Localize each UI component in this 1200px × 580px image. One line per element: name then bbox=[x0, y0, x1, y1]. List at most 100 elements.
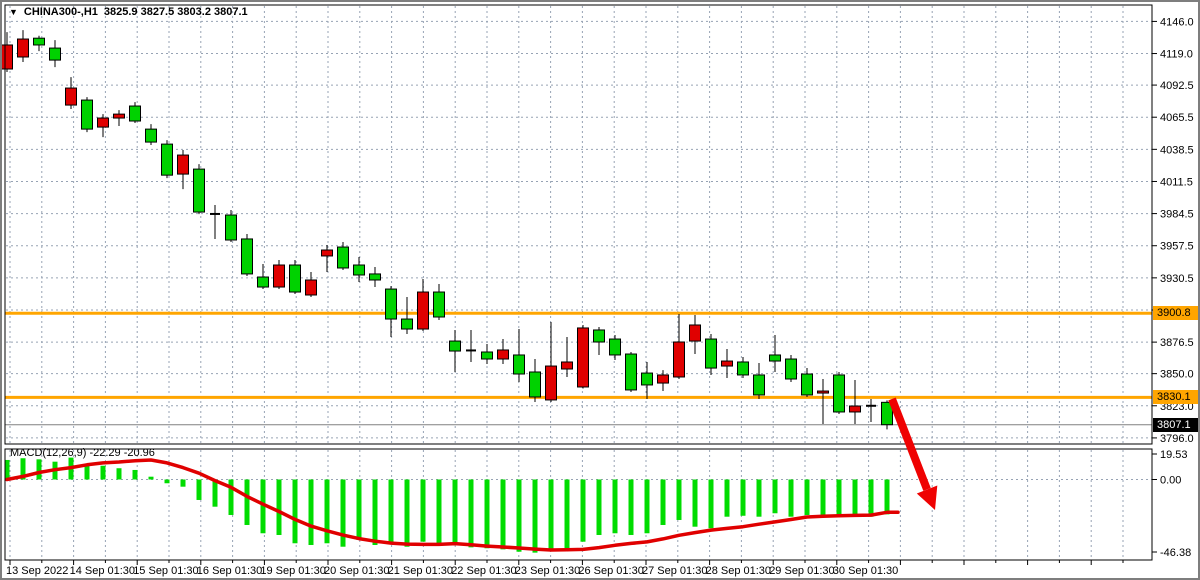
macd-histogram-bar bbox=[757, 480, 762, 517]
candle-body bbox=[594, 330, 605, 342]
time-tick-label: 20 Sep 01:30 bbox=[324, 565, 389, 577]
candle bbox=[818, 379, 829, 424]
candle bbox=[754, 363, 765, 399]
macd-histogram-bar bbox=[853, 480, 858, 515]
price-tick-label: 3850.0 bbox=[1160, 369, 1194, 381]
macd-histogram-bar bbox=[293, 480, 298, 544]
candle bbox=[498, 339, 509, 364]
candle bbox=[114, 110, 125, 126]
macd-tick-label: 19.53 bbox=[1160, 449, 1188, 461]
candle bbox=[850, 380, 861, 424]
candle-body bbox=[514, 355, 525, 374]
candle bbox=[178, 150, 189, 189]
candle bbox=[418, 279, 429, 331]
candle bbox=[50, 40, 61, 67]
candle bbox=[738, 357, 749, 378]
candle bbox=[578, 325, 589, 389]
macd-histogram-bar bbox=[405, 480, 410, 547]
time-tick-label: 22 Sep 01:30 bbox=[451, 565, 516, 577]
macd-histogram-bar bbox=[325, 480, 330, 544]
macd-histogram-bar bbox=[85, 465, 90, 480]
time-tick-label: 28 Sep 01:30 bbox=[706, 565, 771, 577]
symbol-dropdown-icon[interactable]: ▼ bbox=[9, 7, 18, 18]
macd-histogram-bar bbox=[133, 470, 138, 480]
candle-body bbox=[370, 274, 381, 280]
candle bbox=[642, 362, 653, 399]
price-tick-label: 4065.5 bbox=[1160, 112, 1194, 124]
candle bbox=[786, 355, 797, 382]
time-tick-label: 19 Sep 01:30 bbox=[260, 565, 325, 577]
candle-body bbox=[482, 352, 493, 359]
candle bbox=[306, 272, 317, 297]
candle bbox=[18, 30, 29, 62]
candle bbox=[530, 359, 541, 402]
candle-body bbox=[50, 48, 61, 60]
price-tick-label: 4119.0 bbox=[1160, 49, 1193, 61]
candle-body bbox=[66, 88, 77, 105]
macd-histogram-bar bbox=[517, 480, 522, 552]
candle-body bbox=[178, 155, 189, 174]
macd-indicator-label: MACD(12,26,9) -22.29 -20.96 bbox=[10, 447, 155, 459]
candle bbox=[66, 77, 77, 109]
macd-histogram-bar bbox=[213, 480, 218, 507]
macd-axis: 19.530.00-46.38 bbox=[1152, 449, 1191, 559]
down-trend-arrow[interactable] bbox=[892, 399, 937, 510]
candle bbox=[594, 327, 605, 355]
candle-body bbox=[770, 355, 781, 361]
candle bbox=[770, 335, 781, 372]
macd-histogram-bar bbox=[533, 480, 538, 553]
macd-histogram-bar bbox=[805, 480, 810, 515]
candle bbox=[866, 399, 876, 422]
candle-body bbox=[754, 375, 765, 395]
candle-body bbox=[162, 144, 173, 175]
candle-body bbox=[690, 325, 701, 341]
candle bbox=[514, 329, 525, 382]
candle bbox=[674, 314, 685, 379]
time-tick-label: 29 Sep 01:30 bbox=[769, 565, 834, 577]
macd-histogram-bar bbox=[309, 480, 314, 545]
macd-histogram-bar bbox=[469, 480, 474, 548]
candle bbox=[82, 97, 93, 132]
candle bbox=[690, 315, 701, 354]
candle-body bbox=[114, 114, 125, 118]
candle-body bbox=[450, 341, 461, 351]
time-axis: 13 Sep 202214 Sep 01:3015 Sep 01:3016 Se… bbox=[6, 560, 1123, 577]
candle bbox=[402, 297, 413, 334]
macd-histogram-bar bbox=[501, 480, 506, 550]
macd-histogram-bar bbox=[581, 480, 586, 542]
macd-histogram-bar bbox=[149, 477, 154, 480]
macd-histogram-bar bbox=[629, 480, 634, 535]
macd-histogram-bar bbox=[677, 480, 682, 520]
macd-histogram-bar bbox=[565, 480, 570, 551]
price-tick-label: 3930.5 bbox=[1160, 273, 1194, 285]
candle-body bbox=[530, 372, 541, 397]
candle-body bbox=[338, 247, 349, 268]
chart-canvas[interactable]: 4146.04119.04092.54065.54038.54011.53984… bbox=[2, 2, 1200, 580]
price-tick-label: 3796.0 bbox=[1160, 433, 1194, 445]
macd-histogram-bar bbox=[373, 480, 378, 545]
chart-ohlc-values: 3825.9 3827.5 3803.2 3807.1 bbox=[104, 6, 248, 18]
price-tick-label: 4146.0 bbox=[1160, 16, 1194, 28]
time-tick-label: 30 Sep 01:30 bbox=[833, 565, 898, 577]
candle-body bbox=[786, 359, 797, 379]
macd-histogram-bar bbox=[613, 480, 618, 534]
macd-histogram-bar bbox=[773, 480, 778, 514]
candle-body bbox=[562, 362, 573, 369]
macd-histogram-bar bbox=[885, 480, 890, 515]
macd-histogram-bar bbox=[101, 466, 106, 480]
macd-histogram-bar bbox=[789, 480, 794, 517]
macd-histogram-bar bbox=[37, 459, 42, 479]
time-tick-label: 21 Sep 01:30 bbox=[388, 565, 453, 577]
current-price-badge: 3807.1 bbox=[1153, 418, 1199, 432]
candle-body bbox=[738, 362, 749, 375]
candle-body bbox=[850, 406, 861, 412]
candle bbox=[290, 260, 301, 294]
macd-histogram-bar bbox=[485, 480, 490, 549]
candle bbox=[706, 334, 717, 375]
candle bbox=[2, 32, 13, 72]
candle-body bbox=[194, 169, 205, 212]
candle-body bbox=[642, 373, 653, 385]
candle-body bbox=[226, 215, 237, 240]
candle-body bbox=[34, 38, 45, 45]
candle bbox=[722, 349, 733, 378]
